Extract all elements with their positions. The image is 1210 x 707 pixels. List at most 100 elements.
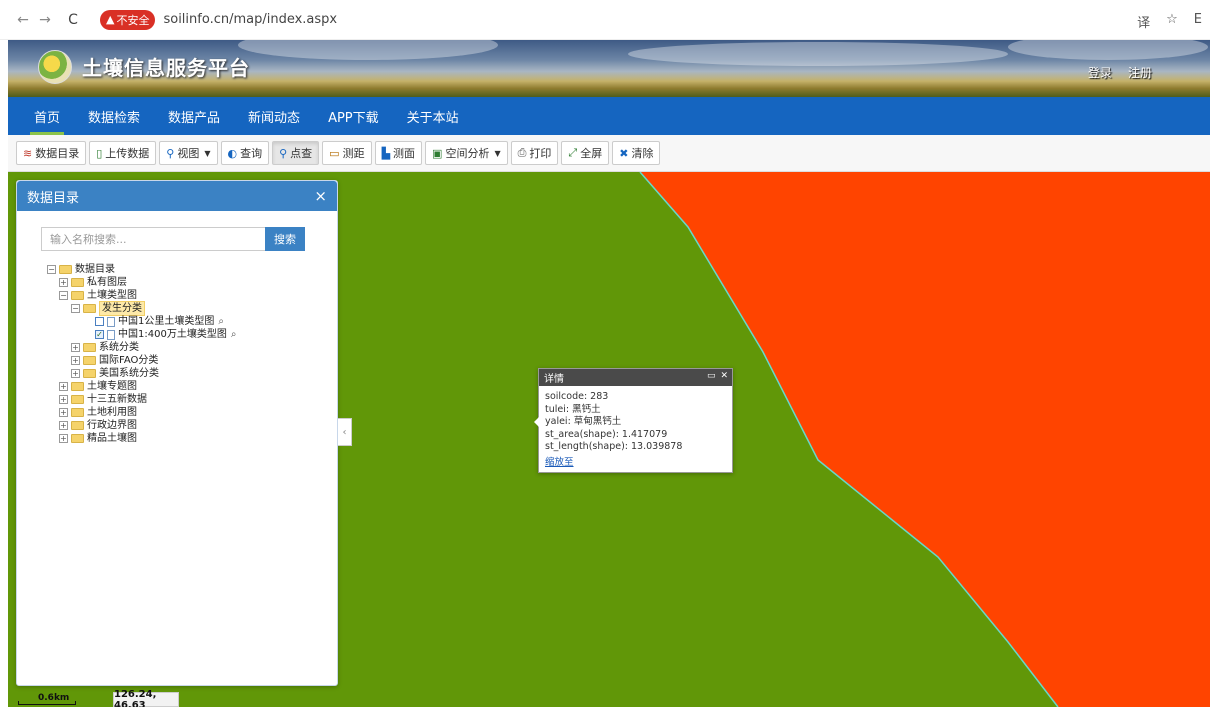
folder-icon bbox=[71, 434, 84, 443]
data-catalog-button[interactable]: ≋ 数据目录 bbox=[16, 141, 87, 165]
insecure-badge[interactable]: ▲ 不安全 bbox=[100, 9, 156, 30]
warning-icon: ▲ bbox=[106, 13, 115, 26]
popup-pointer bbox=[534, 417, 539, 427]
spatial-analysis-dropdown-button[interactable]: ▣ 空间分析 ▼ bbox=[425, 141, 508, 165]
site-banner: 土壤信息服务平台 登录 注册 bbox=[8, 40, 1210, 97]
print-button[interactable]: ⎙ 打印 bbox=[510, 141, 559, 165]
ruler-icon: ▭ bbox=[329, 146, 340, 160]
tree-node-private-layers[interactable]: + 私有图层 bbox=[47, 276, 236, 289]
nav-app-download[interactable]: APP下载 bbox=[314, 97, 393, 135]
fullscreen-button[interactable]: ⤢ 全屏 bbox=[561, 141, 610, 165]
print-label: 打印 bbox=[529, 147, 552, 160]
extension-icon[interactable]: E bbox=[1194, 12, 1202, 31]
attr-st-length: st_length(shape): 13.039878 bbox=[545, 441, 683, 452]
measure-distance-label: 测距 bbox=[342, 147, 365, 160]
clear-label: 清除 bbox=[631, 147, 654, 160]
tree-label: 行政边界图 bbox=[87, 420, 137, 431]
expand-toggle-icon[interactable]: + bbox=[71, 369, 80, 378]
expand-toggle-icon[interactable]: + bbox=[59, 278, 68, 287]
attr-tulei: tulei: 黑钙土 bbox=[545, 403, 601, 415]
panel-collapse-handle[interactable]: ‹ bbox=[338, 418, 352, 446]
zoom-to-layer-icon[interactable]: ⌕ bbox=[231, 328, 237, 341]
area-icon: ▙ bbox=[381, 146, 391, 160]
tree-node-us-class[interactable]: + 美国系统分类 bbox=[47, 367, 236, 380]
point-query-button[interactable]: ⚲ 点查 bbox=[272, 141, 320, 165]
tree-node-admin-boundary[interactable]: + 行政边界图 bbox=[47, 419, 236, 432]
tree-node-systematic-class[interactable]: + 系统分类 bbox=[47, 341, 236, 354]
nav-data-products[interactable]: 数据产品 bbox=[154, 97, 234, 135]
caret-down-icon: ▼ bbox=[204, 148, 211, 158]
tree-node-fao-class[interactable]: + 国际FAO分类 bbox=[47, 354, 236, 367]
tree-node-genetic-class[interactable]: − 发生分类 bbox=[47, 301, 236, 316]
file-icon bbox=[107, 329, 115, 340]
expand-toggle-icon[interactable]: + bbox=[71, 356, 80, 365]
login-link[interactable]: 登录 bbox=[1088, 64, 1112, 81]
register-link[interactable]: 注册 bbox=[1128, 64, 1152, 81]
tree-label: 私有图层 bbox=[87, 277, 127, 288]
nav-data-search[interactable]: 数据检索 bbox=[74, 97, 154, 135]
site-logo[interactable] bbox=[38, 50, 72, 84]
main-navigation: 首页 数据检索 数据产品 新闻动态 APP下载 关于本站 bbox=[8, 97, 1210, 135]
measure-distance-button[interactable]: ▭ 测距 bbox=[322, 141, 372, 165]
forward-icon[interactable]: → bbox=[34, 12, 56, 28]
expand-toggle-icon[interactable]: + bbox=[59, 421, 68, 430]
catalog-search-button[interactable]: 搜索 bbox=[265, 227, 305, 251]
folder-icon bbox=[83, 304, 96, 313]
expand-toggle-icon[interactable]: + bbox=[59, 395, 68, 404]
cloud-decoration bbox=[1008, 40, 1208, 60]
coordinate-readout: 126.24, 46.63 bbox=[113, 689, 179, 707]
tree-label: 数据目录 bbox=[75, 264, 115, 275]
tree-node-land-use[interactable]: + 土地利用图 bbox=[47, 406, 236, 419]
maximize-icon[interactable]: ▭ bbox=[707, 371, 716, 381]
upload-data-button[interactable]: ▯ 上传数据 bbox=[89, 141, 157, 165]
nav-home[interactable]: 首页 bbox=[20, 97, 74, 135]
tree-node-fyp13[interactable]: + 十三五新数据 bbox=[47, 393, 236, 406]
browser-toolbar: ← → C ▲ 不安全 soilinfo.cn/map/index.aspx 译… bbox=[0, 0, 1210, 40]
folder-icon bbox=[71, 382, 84, 391]
tree-label: 土地利用图 bbox=[87, 407, 137, 418]
tree-node-root[interactable]: − 数据目录 bbox=[47, 263, 236, 276]
clear-button[interactable]: ✖ 清除 bbox=[612, 141, 661, 165]
bookmark-star-icon[interactable]: ☆ bbox=[1166, 12, 1178, 31]
data-catalog-label: 数据目录 bbox=[35, 147, 80, 160]
view-dropdown-button[interactable]: ⚲ 视图 ▼ bbox=[159, 141, 218, 165]
translate-icon[interactable]: 译 bbox=[1137, 12, 1150, 31]
layer-checkbox-unchecked[interactable] bbox=[95, 317, 104, 326]
back-icon[interactable]: ← bbox=[12, 12, 34, 28]
layer-checkbox-checked[interactable]: ✓ bbox=[95, 330, 104, 339]
expand-toggle-icon[interactable]: + bbox=[59, 408, 68, 417]
folder-icon bbox=[83, 356, 96, 365]
tree-node-thematic-maps[interactable]: + 土壤专题图 bbox=[47, 380, 236, 393]
folder-icon bbox=[71, 408, 84, 417]
measure-area-button[interactable]: ▙ 测面 bbox=[374, 141, 423, 165]
catalog-search-input[interactable] bbox=[41, 227, 265, 251]
collapse-toggle-icon[interactable]: − bbox=[59, 291, 68, 300]
expand-toggle-icon[interactable]: + bbox=[59, 434, 68, 443]
map-toolbar: ≋ 数据目录 ▯ 上传数据 ⚲ 视图 ▼ ◐ 查询 ⚲ 点查 ▭ 测距 ▙ 测面… bbox=[8, 135, 1210, 172]
expand-toggle-icon[interactable]: + bbox=[59, 382, 68, 391]
expand-toggle-icon[interactable]: + bbox=[71, 343, 80, 352]
address-bar[interactable]: soilinfo.cn/map/index.aspx bbox=[163, 12, 337, 27]
reload-icon[interactable]: C bbox=[62, 12, 84, 28]
zoom-to-link[interactable]: 缩放至 bbox=[545, 457, 574, 470]
collapse-toggle-icon[interactable]: − bbox=[71, 304, 80, 313]
zoom-to-layer-icon[interactable]: ⌕ bbox=[218, 315, 224, 328]
tree-node-premium-soil[interactable]: + 精品土壤图 bbox=[47, 432, 236, 445]
spatial-analysis-label: 空间分析 bbox=[445, 147, 490, 160]
tree-label: 十三五新数据 bbox=[87, 394, 147, 405]
tree-label: 系统分类 bbox=[99, 342, 139, 353]
nav-news[interactable]: 新闻动态 bbox=[234, 97, 314, 135]
site-title[interactable]: 土壤信息服务平台 bbox=[82, 52, 250, 81]
close-icon[interactable]: × bbox=[314, 187, 327, 205]
point-query-icon: ⚲ bbox=[279, 146, 288, 160]
folder-icon bbox=[83, 343, 96, 352]
collapse-toggle-icon[interactable]: − bbox=[47, 265, 56, 274]
tree-node-layer-4m[interactable]: ✓ 中国1:400万土壤类型图 ⌕ bbox=[47, 328, 236, 341]
tree-node-layer-1km[interactable]: 中国1公里土壤类型图 ⌕ bbox=[47, 315, 236, 328]
data-catalog-panel: 数据目录 × 搜索 − 数据目录 + 私有图层 − 土壤类型图 − 发生分类 中… bbox=[16, 180, 338, 686]
query-button[interactable]: ◐ 查询 bbox=[220, 141, 270, 165]
close-icon[interactable]: ✕ bbox=[720, 371, 728, 381]
point-query-label: 点查 bbox=[290, 147, 313, 160]
folder-icon bbox=[71, 395, 84, 404]
nav-about[interactable]: 关于本站 bbox=[393, 97, 473, 135]
